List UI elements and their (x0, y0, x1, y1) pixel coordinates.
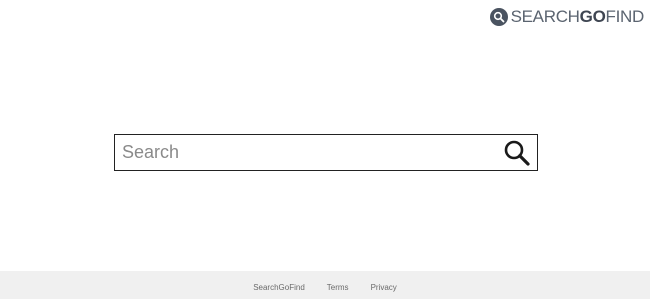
brand-name: SEARCHGOFIND (510, 7, 645, 27)
brand-logo[interactable]: SEARCHGOFIND (489, 7, 645, 27)
footer-link-terms[interactable]: Terms (327, 279, 349, 292)
search-icon (503, 139, 531, 167)
search-button[interactable] (499, 135, 535, 170)
brand-name-part-1: SEARCH (510, 7, 580, 26)
footer-link-searchgofind[interactable]: SearchGoFind (253, 279, 305, 292)
brand-name-part-3: FIND (605, 7, 645, 26)
footer: SearchGoFind Terms Privacy (0, 271, 650, 299)
brand-name-part-2: GO (579, 7, 606, 26)
search-box (114, 134, 538, 171)
search-input[interactable] (115, 135, 499, 170)
footer-link-privacy[interactable]: Privacy (371, 279, 397, 292)
page: SEARCHGOFIND SearchGoFind Terms Privacy (0, 0, 650, 299)
magnifier-icon (489, 8, 508, 26)
